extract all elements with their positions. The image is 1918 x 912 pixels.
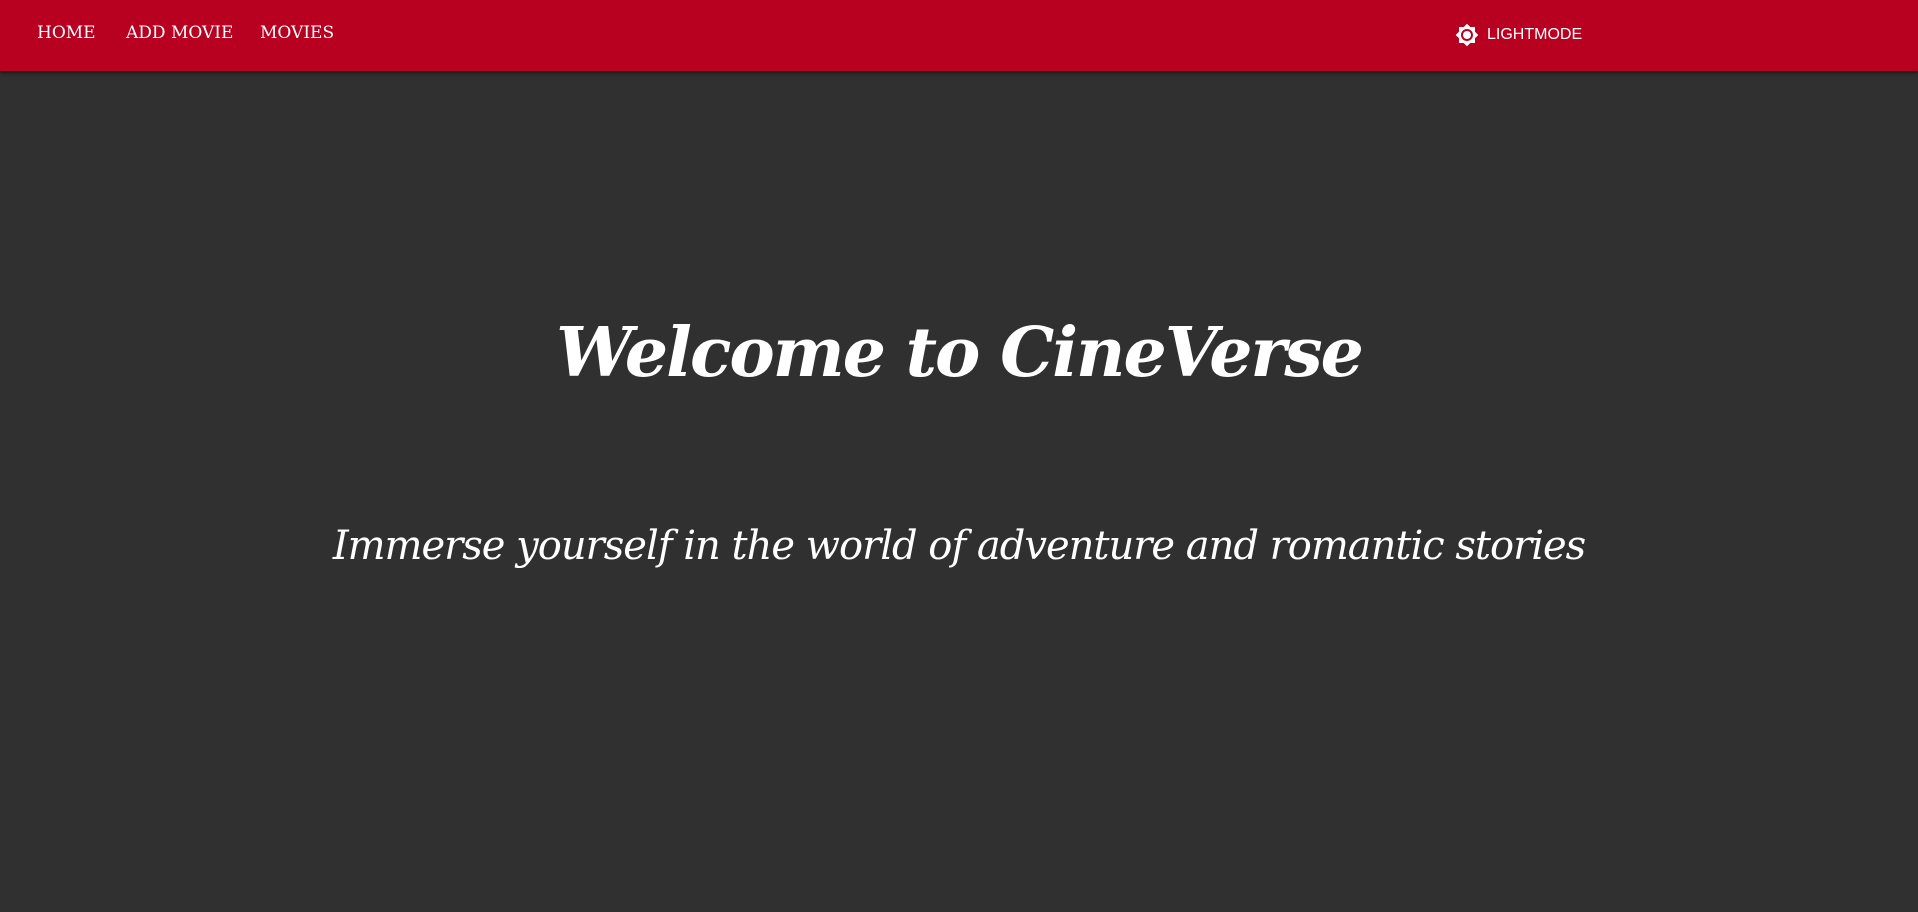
brightness-icon: [1455, 23, 1479, 47]
hero-title: Welcome to CineVerse: [556, 313, 1364, 393]
app-bar: HOME ADD MOVIE MOVIES LIGHTMODE: [0, 0, 1918, 71]
theme-toggle-button[interactable]: LIGHTMODE: [1455, 21, 1582, 49]
hero-subtitle: Immerse yourself in the world of adventu…: [332, 523, 1586, 569]
theme-toggle-label: LIGHTMODE: [1487, 26, 1583, 43]
nav-link-home[interactable]: HOME: [37, 0, 96, 66]
nav-link-movies[interactable]: MOVIES: [260, 0, 334, 66]
main-content: Welcome to CineVerse Immerse yourself in…: [0, 71, 1918, 912]
nav-link-add-movie[interactable]: ADD MOVIE: [126, 0, 233, 66]
